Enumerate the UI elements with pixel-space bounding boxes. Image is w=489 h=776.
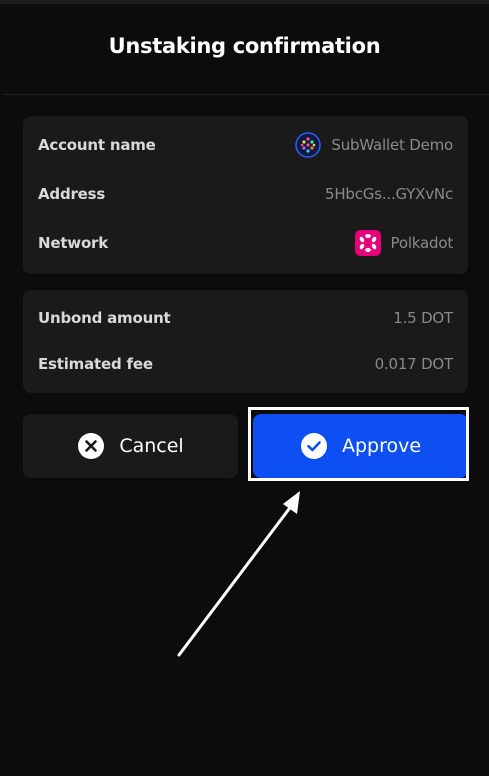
network-row: Network Polkadot xyxy=(38,230,454,256)
network-label: Network xyxy=(38,234,109,252)
estimated-fee-label: Estimated fee xyxy=(38,355,153,373)
network-value: Polkadot xyxy=(354,230,454,256)
estimated-fee-value: 0.017 DOT xyxy=(374,355,454,373)
account-name-label: Account name xyxy=(38,136,156,154)
unbond-amount-row: Unbond amount 1.5 DOT xyxy=(38,306,453,330)
check-circle-icon xyxy=(300,432,328,460)
unbond-amount-value: 1.5 DOT xyxy=(393,309,453,327)
account-name-value: SubWallet Demo xyxy=(295,132,453,158)
subwallet-avatar-icon xyxy=(295,132,322,158)
approve-button-label: Approve xyxy=(341,435,422,457)
unbond-amount-label: Unbond amount xyxy=(38,309,171,327)
header-divider xyxy=(4,94,489,95)
approve-button[interactable]: Approve xyxy=(253,414,468,478)
polkadot-icon xyxy=(354,230,381,256)
amount-info-card: Unbond amount 1.5 DOT Estimated fee 0.01… xyxy=(23,290,468,393)
top-strip xyxy=(0,0,489,4)
cancel-button[interactable]: Cancel xyxy=(23,414,238,478)
address-value: 5HbcGs...GYXvNc xyxy=(325,185,453,203)
close-circle-icon xyxy=(77,432,105,460)
account-name-row: Account name SubWallet Demo xyxy=(38,132,453,158)
address-row: Address 5HbcGs...GYXvNc xyxy=(38,182,453,206)
page-title: Unstaking confirmation xyxy=(108,34,381,58)
estimated-fee-row: Estimated fee 0.017 DOT xyxy=(38,352,453,376)
cancel-button-label: Cancel xyxy=(119,435,184,457)
account-info-card: Account name SubWallet Demo Address 5Hbc… xyxy=(23,116,468,274)
network-name-text: Polkadot xyxy=(390,234,454,252)
account-name-text: SubWallet Demo xyxy=(331,136,453,154)
unstaking-confirmation-screen: Unstaking confirmation Account name SubW… xyxy=(0,0,489,776)
address-label: Address xyxy=(38,185,106,203)
